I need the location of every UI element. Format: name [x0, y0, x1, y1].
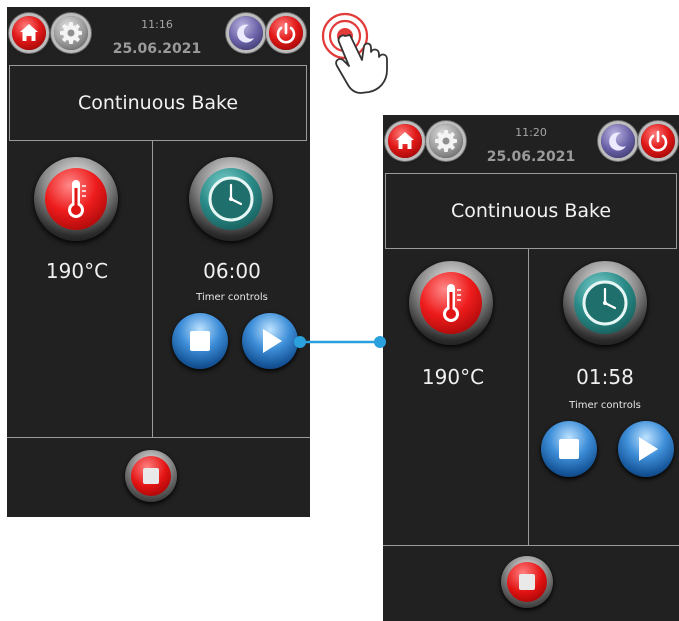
power-button[interactable] — [641, 124, 675, 158]
divider — [7, 437, 310, 438]
tap-hand-icon — [321, 12, 388, 94]
clock-time: 11:16 — [141, 18, 173, 31]
home-button[interactable] — [388, 124, 422, 158]
stop-icon — [519, 574, 535, 590]
thermometer-icon — [443, 284, 461, 322]
stop-icon — [190, 331, 210, 351]
program-name[interactable]: Continuous Bake — [385, 173, 677, 249]
date: 25.06.2021 — [112, 41, 202, 57]
timer-play-button[interactable] — [242, 313, 298, 369]
clock-icon — [582, 280, 628, 326]
date: 25.06.2021 — [486, 149, 576, 165]
settings-button[interactable] — [54, 16, 88, 50]
divider — [528, 249, 529, 545]
play-icon — [639, 437, 658, 461]
stop-program-button[interactable] — [125, 450, 177, 502]
top-bar: 11:20 25.06.2021 — [383, 115, 679, 171]
program-name[interactable]: Continuous Bake — [9, 65, 307, 141]
thermometer-icon — [68, 180, 86, 218]
stop-icon — [143, 468, 159, 484]
oven-screen-before: 11:16 25.06.2021 Continuous Bake 190°C 0… — [7, 7, 310, 517]
divider — [383, 545, 679, 546]
clock-time: 11:20 — [515, 126, 547, 139]
night-mode-button[interactable] — [601, 124, 635, 158]
temperature-value: 190°C — [421, 365, 485, 389]
timer-stop-button[interactable] — [172, 313, 228, 369]
temperature-button[interactable] — [34, 157, 118, 241]
moon-icon — [237, 24, 254, 43]
gear-icon — [435, 130, 457, 152]
timer-button[interactable] — [563, 261, 647, 345]
oven-screen-after: 11:20 25.06.2021 Continuous Bake 190°C 0… — [383, 115, 679, 621]
night-mode-button[interactable] — [229, 16, 263, 50]
timer-controls-label: Timer controls — [196, 292, 268, 303]
timer-stop-button[interactable] — [541, 421, 597, 477]
clock-icon — [208, 176, 254, 222]
power-icon — [276, 22, 296, 44]
home-icon — [396, 132, 414, 149]
temperature-button[interactable] — [409, 261, 493, 345]
timer-value: 01:58 — [576, 365, 634, 389]
stop-program-button[interactable] — [501, 556, 553, 608]
moon-icon — [609, 132, 626, 151]
top-bar: 11:16 25.06.2021 — [7, 7, 310, 63]
timer-value: 06:00 — [203, 259, 261, 283]
timer-controls-label: Timer controls — [569, 400, 641, 411]
divider — [152, 141, 153, 437]
temperature-value: 190°C — [45, 259, 109, 283]
power-button[interactable] — [269, 16, 303, 50]
home-button[interactable] — [12, 16, 46, 50]
gear-icon — [60, 22, 82, 44]
settings-button[interactable] — [429, 124, 463, 158]
home-icon — [20, 24, 38, 41]
timer-play-button[interactable] — [618, 421, 674, 477]
stop-icon — [559, 439, 579, 459]
play-icon — [263, 329, 282, 353]
timer-button[interactable] — [189, 157, 273, 241]
power-icon — [648, 130, 668, 152]
